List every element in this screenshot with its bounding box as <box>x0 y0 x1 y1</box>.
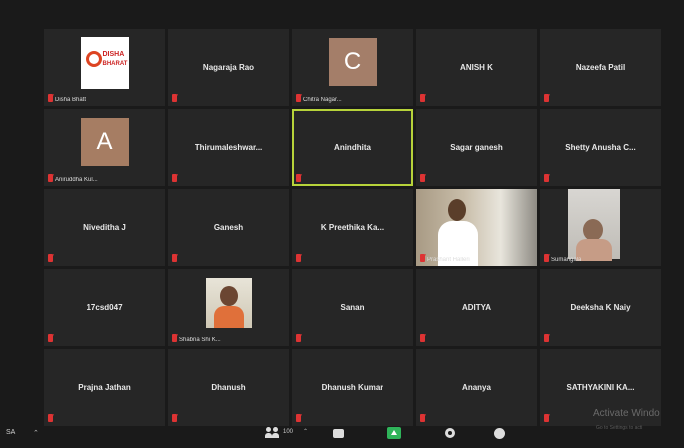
participant-name: ANISH K <box>460 63 493 72</box>
muted-mic-icon <box>544 94 549 102</box>
participant-tile[interactable]: Deeksha K Naiy <box>540 269 661 346</box>
participant-name: Deeksha K Naiy <box>570 303 631 312</box>
muted-mic-icon <box>420 334 425 342</box>
participant-name: K Preethika Ka... <box>320 223 385 232</box>
participant-tile[interactable]: Ganesh <box>168 189 289 266</box>
chevron-up-icon[interactable]: ⌃ <box>33 429 39 437</box>
muted-mic-icon <box>48 94 53 102</box>
muted-mic-icon <box>544 174 549 182</box>
participant-name: Sanan <box>340 303 365 312</box>
muted-mic-icon <box>296 174 301 182</box>
muted-mic-icon <box>296 334 301 342</box>
participant-tile[interactable]: Nazeefa Patil <box>540 29 661 106</box>
participants-icon[interactable] <box>265 427 281 439</box>
participant-name: Nazeefa Patil <box>575 63 626 72</box>
muted-mic-icon <box>544 254 549 262</box>
participant-name: Thirumaleshwar... <box>194 143 263 152</box>
muted-mic-icon <box>296 94 301 102</box>
muted-mic-icon <box>48 254 53 262</box>
chat-icon[interactable] <box>333 429 344 438</box>
participant-tile[interactable]: Prajna Jathan <box>44 349 165 426</box>
profile-logo: DISHA BHARAT <box>80 36 129 89</box>
participant-tile[interactable]: Nagaraja Rao <box>168 29 289 106</box>
participant-caption: Shabna Shi K... <box>179 337 221 343</box>
participant-name: ADITYA <box>461 303 492 312</box>
participant-tile[interactable]: Sumangala <box>540 189 661 266</box>
participant-tile[interactable]: Anindhita <box>292 109 413 186</box>
record-icon[interactable] <box>445 428 455 438</box>
logo-text: DISHA <box>102 50 125 58</box>
participant-name: SATHYAKINI KA... <box>566 383 635 392</box>
participant-tile[interactable]: C Chitra Nagar... <box>292 29 413 106</box>
participant-name: Prajna Jathan <box>78 383 131 392</box>
participant-tile[interactable]: Sanan <box>292 269 413 346</box>
reactions-icon[interactable] <box>494 428 505 439</box>
participant-tile[interactable]: Niveditha J <box>44 189 165 266</box>
participant-tile[interactable]: Shabna Shi K... <box>168 269 289 346</box>
participant-caption: Disha Bhatt <box>55 97 87 103</box>
participant-tile[interactable]: ADITYA <box>416 269 537 346</box>
participant-video <box>416 189 537 266</box>
muted-mic-icon <box>48 174 53 182</box>
participant-tile[interactable]: ANISH K <box>416 29 537 106</box>
participant-tile[interactable]: 17csd047 <box>44 269 165 346</box>
participant-name: Sagar ganesh <box>450 143 503 152</box>
participant-tile[interactable]: Dhanush Kumar <box>292 349 413 426</box>
participant-tile[interactable]: A Aniruddha Kul... <box>44 109 165 186</box>
muted-mic-icon <box>420 254 425 262</box>
participant-grid: DISHA BHARAT Disha Bhatt Nagaraja Rao C Chitr… <box>44 29 661 426</box>
participant-name: Dhanush <box>211 383 246 392</box>
avatar: A <box>80 117 129 166</box>
activation-watermark: Activate Windo <box>593 408 660 419</box>
participant-caption: Aniruddha Kul... <box>55 177 98 183</box>
activation-watermark-sub: Go to Settings to acti <box>596 425 643 431</box>
share-screen-icon[interactable] <box>387 427 401 439</box>
participant-tile[interactable]: Shetty Anusha C... <box>540 109 661 186</box>
participant-name: Anindhita <box>334 143 371 152</box>
participant-tile[interactable]: Thirumaleshwar... <box>168 109 289 186</box>
participant-video <box>540 189 661 266</box>
muted-mic-icon <box>544 334 549 342</box>
avatar: C <box>328 37 377 86</box>
logo-text: BHARAT <box>102 60 128 67</box>
profile-photo <box>205 277 252 328</box>
chevron-up-icon[interactable]: ⌃ <box>303 428 308 435</box>
participant-name: 17csd047 <box>86 303 123 312</box>
participant-name: Niveditha J <box>83 223 126 232</box>
toolbar-left-label[interactable]: SA <box>6 429 15 436</box>
participant-tile[interactable]: Sagar ganesh <box>416 109 537 186</box>
participant-count: 100 <box>283 429 294 435</box>
participant-name: Ananya <box>462 383 491 392</box>
participant-name: Dhanush Kumar <box>321 383 384 392</box>
muted-mic-icon <box>172 174 177 182</box>
meeting-toolbar: SA ⌃ 100 ⌃ <box>0 420 684 448</box>
muted-mic-icon <box>420 174 425 182</box>
participant-tile[interactable]: Ananya <box>416 349 537 426</box>
participant-name: Ganesh <box>213 223 244 232</box>
muted-mic-icon <box>172 334 177 342</box>
participant-name: Nagaraja Rao <box>202 63 255 72</box>
participant-caption: Chitra Nagar... <box>303 97 342 103</box>
participant-caption: Prashant Halleri <box>427 257 470 263</box>
participant-tile[interactable]: DISHA BHARAT Disha Bhatt <box>44 29 165 106</box>
participant-caption: Sumangala <box>551 257 582 263</box>
participant-tile[interactable]: K Preethika Ka... <box>292 189 413 266</box>
muted-mic-icon <box>296 254 301 262</box>
muted-mic-icon <box>172 254 177 262</box>
muted-mic-icon <box>48 334 53 342</box>
participant-tile[interactable]: Dhanush <box>168 349 289 426</box>
muted-mic-icon <box>172 94 177 102</box>
muted-mic-icon <box>420 94 425 102</box>
participant-name: Shetty Anusha C... <box>565 143 636 152</box>
participant-tile[interactable]: Prashant Halleri <box>416 189 537 266</box>
